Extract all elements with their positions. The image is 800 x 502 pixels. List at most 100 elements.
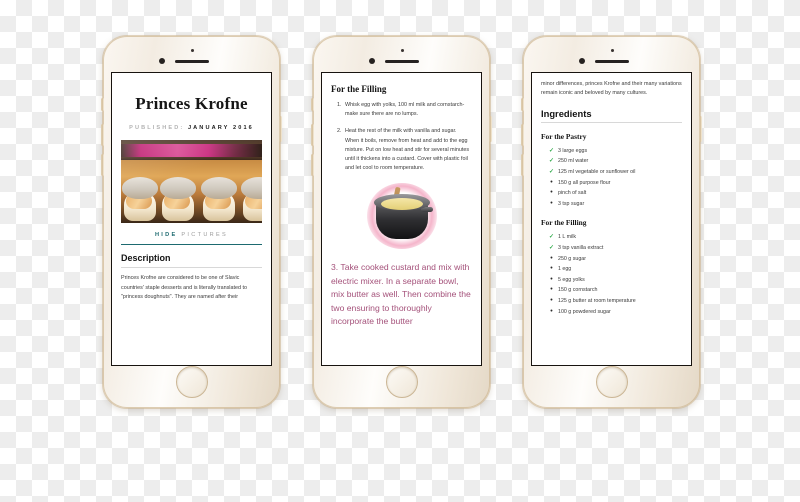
phone-screen-2: For the Filling Whisk egg with yolks, 10… xyxy=(321,72,482,366)
ingredient-label: 100 g powdered sugar xyxy=(558,308,611,315)
section-divider xyxy=(121,267,262,269)
list-item: • 3 tsp sugar xyxy=(547,199,682,210)
ingredient-label: 150 g cornstarch xyxy=(558,287,598,294)
ingredient-label: 250 g sugar xyxy=(558,255,586,262)
bullet-icon: • xyxy=(550,199,553,207)
list-item: ✓ 1 L milk xyxy=(547,232,682,243)
ingredient-label: 3 tsp sugar xyxy=(558,200,585,207)
list-item: • 5 egg yolks xyxy=(547,275,682,286)
front-camera-icon xyxy=(578,58,585,64)
check-icon: ✓ xyxy=(548,234,555,241)
bullet-icon: • xyxy=(550,307,553,315)
list-item: • 100 g powdered sugar xyxy=(547,307,682,318)
filling-section-heading: For the Filling xyxy=(331,84,387,94)
published-meta: PUBLISHED: JANUARY 2016 xyxy=(121,125,262,131)
volume-up-button[interactable] xyxy=(311,124,314,146)
list-item: • 1 egg xyxy=(547,264,682,275)
phone-screen-3: minor differences, princes Krofne and th… xyxy=(531,72,692,366)
custard-pot-photo xyxy=(366,183,437,250)
check-icon: ✓ xyxy=(548,147,555,154)
teal-divider xyxy=(121,244,262,246)
ingredient-label: 125 ml vegetable or sunflower oil xyxy=(558,169,636,175)
list-item: • 150 g cornstarch xyxy=(547,285,682,296)
mockup-stage: Princes Krofne PUBLISHED: JANUARY 2016 H… xyxy=(0,0,800,502)
photo-glass-glare xyxy=(121,140,262,223)
volume-up-button[interactable] xyxy=(521,124,524,146)
hide-pictures-label-b: PICTURES xyxy=(181,232,229,238)
front-camera-icon xyxy=(158,58,165,64)
silent-switch-icon[interactable] xyxy=(521,98,524,111)
intro-paragraph: minor differences, princes Krofne and th… xyxy=(541,81,682,97)
check-icon: ✓ xyxy=(548,169,555,175)
silent-switch-icon[interactable] xyxy=(311,98,314,111)
volume-up-button[interactable] xyxy=(101,124,104,146)
ingredient-label: 125 g butter at room temperature xyxy=(558,297,636,304)
earpiece-speaker-icon xyxy=(174,60,209,63)
recipe-header-page: Princes Krofne PUBLISHED: JANUARY 2016 H… xyxy=(112,73,271,365)
hide-pictures-label-a: HIDE xyxy=(154,232,178,238)
power-button[interactable] xyxy=(699,116,702,142)
bullet-icon: • xyxy=(550,254,553,262)
list-item: • 125 g butter at room temperature xyxy=(547,296,682,307)
ingredient-label: 5 egg yolks xyxy=(558,276,585,283)
list-item: • pinch of salt xyxy=(547,188,682,199)
power-button[interactable] xyxy=(489,116,492,142)
proximity-sensor-icon xyxy=(400,49,404,52)
ingredients-page: minor differences, princes Krofne and th… xyxy=(532,73,691,365)
ingredient-label: pinch of salt xyxy=(558,190,587,197)
filling-steps-list: Whisk egg with yolks, 100 ml milk and co… xyxy=(331,101,472,173)
check-icon: ✓ xyxy=(548,244,555,251)
ingredient-label: 150 g all purpose flour xyxy=(558,179,611,186)
ingredient-label: 1 L milk xyxy=(558,234,577,241)
description-heading: Description xyxy=(121,253,171,264)
list-item: ✓ 125 ml vegetable or sunflower oil xyxy=(547,167,682,178)
published-label: PUBLISHED: xyxy=(129,125,185,131)
filling-steps-page: For the Filling Whisk egg with yolks, 10… xyxy=(322,73,481,365)
silent-switch-icon[interactable] xyxy=(101,98,104,111)
list-item: ✓ 250 ml water xyxy=(547,156,682,167)
volume-down-button[interactable] xyxy=(101,154,104,176)
list-item: ✓ 3 large eggs xyxy=(547,146,682,157)
pastry-subheading: For the Pastry xyxy=(541,131,587,141)
earpiece-speaker-icon xyxy=(594,60,629,63)
ingredient-label: 3 tsp vanilla extract xyxy=(558,244,604,251)
list-item: Heat the rest of the milk with vanilla a… xyxy=(343,127,472,173)
home-button[interactable] xyxy=(595,366,628,398)
volume-down-button[interactable] xyxy=(521,154,524,176)
highlighted-step-text: 3. Take cooked custard and mix with elec… xyxy=(331,262,471,327)
bullet-icon: • xyxy=(550,275,553,283)
check-icon: ✓ xyxy=(548,158,555,165)
pastry-photo xyxy=(121,140,262,223)
ingredient-label: 3 large eggs xyxy=(558,147,588,154)
power-button[interactable] xyxy=(279,116,282,142)
ingredients-heading: Ingredients xyxy=(541,107,592,119)
home-button[interactable] xyxy=(385,366,418,398)
ingredient-label: 250 ml water xyxy=(558,158,589,165)
earpiece-speaker-icon xyxy=(384,60,419,63)
bullet-icon: • xyxy=(550,286,553,294)
pastry-ingredients-list: ✓ 3 large eggs ✓ 250 ml water ✓ 125 ml vegeta… xyxy=(541,146,682,210)
section-divider xyxy=(541,121,682,123)
page-title: Princes Krofne xyxy=(135,94,248,113)
published-date: JANUARY 2016 xyxy=(187,125,254,131)
proximity-sensor-icon xyxy=(190,49,194,52)
phone-screen-1: Princes Krofne PUBLISHED: JANUARY 2016 H… xyxy=(111,72,272,366)
ingredient-label: 1 egg xyxy=(558,266,572,273)
bullet-icon: • xyxy=(550,178,553,186)
phone-device-3: minor differences, princes Krofne and th… xyxy=(521,35,702,409)
list-item: Whisk egg with yolks, 100 ml milk and co… xyxy=(343,101,472,119)
proximity-sensor-icon xyxy=(610,49,614,52)
bullet-icon: • xyxy=(550,189,553,197)
phone-device-1: Princes Krofne PUBLISHED: JANUARY 2016 H… xyxy=(101,35,282,409)
hide-pictures-toggle[interactable]: HIDE PICTURES xyxy=(121,232,262,238)
list-item: • 150 g all purpose flour xyxy=(547,178,682,189)
front-camera-icon xyxy=(368,58,375,64)
filling-ingredients-list: ✓ 1 L milk ✓ 3 tsp vanilla extract • 250 g su… xyxy=(541,232,682,317)
volume-down-button[interactable] xyxy=(311,154,314,176)
list-item: • 250 g sugar xyxy=(547,254,682,265)
filling-subheading: For the Filling xyxy=(541,218,587,228)
home-button[interactable] xyxy=(175,366,208,398)
list-item: ✓ 3 tsp vanilla extract xyxy=(547,243,682,254)
description-text: Princes Krofne are considered to be one … xyxy=(121,275,247,301)
phone-device-2: For the Filling Whisk egg with yolks, 10… xyxy=(311,35,492,409)
